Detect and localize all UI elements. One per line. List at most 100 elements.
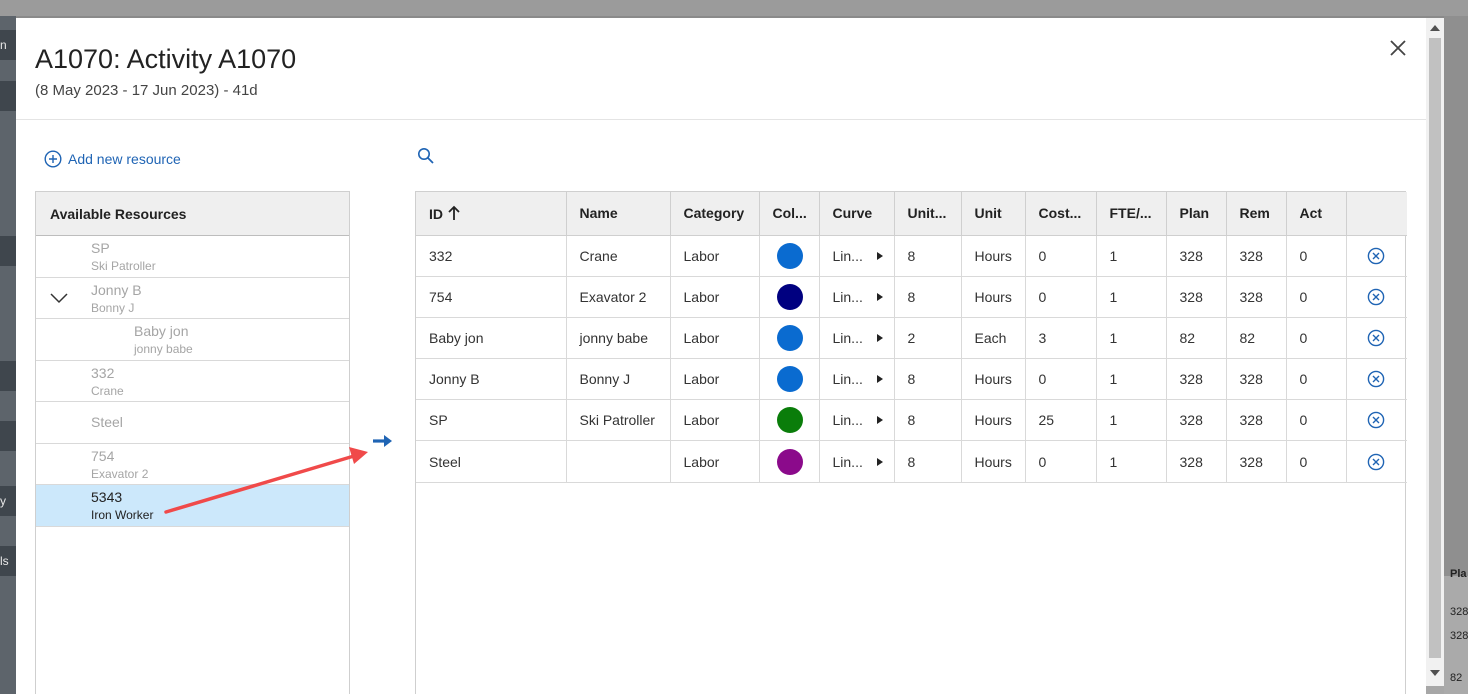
cell-fte[interactable]: 1 (1096, 317, 1167, 360)
table-row[interactable]: Jonny B Bonny J Labor Lin... 8 Hours 0 1 328 328 0 (416, 358, 1407, 401)
cell-name[interactable]: jonny babe (566, 317, 671, 360)
curve-expand-icon[interactable] (876, 416, 883, 425)
column-header-act[interactable]: Act (1286, 192, 1347, 236)
cell-fte[interactable]: 1 (1096, 440, 1167, 483)
cell-id[interactable]: 754 (416, 276, 567, 318)
cell-curve[interactable]: Lin... (819, 358, 895, 401)
cell-act[interactable]: 0 (1286, 440, 1347, 483)
cell-category[interactable]: Labor (670, 399, 760, 442)
cell-unit[interactable]: Hours (961, 399, 1026, 442)
table-row[interactable]: 332 Crane Labor Lin... 8 Hours 0 1 328 328 0 (416, 235, 1407, 277)
cell-units[interactable]: 8 (894, 276, 962, 318)
column-header-category[interactable]: Category (670, 192, 760, 236)
close-button[interactable] (1386, 36, 1410, 60)
cell-units[interactable]: 8 (894, 235, 962, 277)
available-resource-item[interactable]: Steel (36, 402, 349, 444)
cell-cost[interactable]: 0 (1025, 276, 1097, 318)
cell-act[interactable]: 0 (1286, 276, 1347, 318)
cell-units[interactable]: 8 (894, 358, 962, 401)
column-header-unit[interactable]: Unit (961, 192, 1026, 236)
remove-circle-icon[interactable] (1367, 247, 1385, 265)
cell-fte[interactable]: 1 (1096, 276, 1167, 318)
cell-unit[interactable]: Hours (961, 358, 1026, 401)
cell-rem[interactable]: 328 (1226, 276, 1287, 318)
cell-name[interactable]: Ski Patroller (566, 399, 671, 442)
cell-rem[interactable]: 82 (1226, 317, 1287, 360)
color-swatch[interactable] (776, 366, 803, 393)
cell-name[interactable]: Exavator 2 (566, 276, 671, 318)
scrollbar-thumb[interactable] (1429, 38, 1441, 658)
cell-act[interactable]: 0 (1286, 358, 1347, 401)
cell-plan[interactable]: 328 (1166, 440, 1227, 483)
cell-name[interactable]: Crane (566, 235, 671, 277)
curve-expand-icon[interactable] (876, 457, 883, 466)
remove-circle-icon[interactable] (1367, 411, 1385, 429)
cell-fte[interactable]: 1 (1096, 358, 1167, 401)
add-new-resource-button[interactable]: Add new resource (44, 150, 181, 168)
cell-id[interactable]: Steel (416, 440, 567, 483)
column-header-units[interactable]: Unit... (894, 192, 962, 236)
search-icon[interactable] (417, 147, 435, 165)
cell-color[interactable] (759, 235, 820, 277)
available-resource-item[interactable]: SP Ski Patroller (36, 236, 349, 278)
dialog-vertical-scrollbar[interactable] (1426, 18, 1444, 686)
cell-plan[interactable]: 328 (1166, 358, 1227, 401)
color-swatch[interactable] (776, 448, 803, 475)
table-row[interactable]: 754 Exavator 2 Labor Lin... 8 Hours 0 1 328 328 0 (416, 276, 1407, 318)
cell-curve[interactable]: Lin... (819, 440, 895, 483)
column-header-rem[interactable]: Rem (1226, 192, 1287, 236)
scroll-down-icon[interactable] (1430, 670, 1440, 676)
available-resource-item-selected[interactable]: 5343 Iron Worker (36, 485, 349, 527)
assign-resource-button[interactable] (372, 433, 394, 449)
cell-act[interactable]: 0 (1286, 317, 1347, 360)
column-header-name[interactable]: Name (566, 192, 671, 236)
cell-category[interactable]: Labor (670, 440, 760, 483)
cell-name[interactable] (566, 440, 671, 483)
cell-category[interactable]: Labor (670, 317, 760, 360)
cell-rem[interactable]: 328 (1226, 358, 1287, 401)
cell-unit[interactable]: Hours (961, 440, 1026, 483)
cell-plan[interactable]: 328 (1166, 235, 1227, 277)
available-resource-item[interactable]: 332 Crane (36, 361, 349, 402)
cell-category[interactable]: Labor (670, 235, 760, 277)
cell-rem[interactable]: 328 (1226, 399, 1287, 442)
cell-act[interactable]: 0 (1286, 235, 1347, 277)
cell-rem[interactable]: 328 (1226, 440, 1287, 483)
cell-cost[interactable]: 0 (1025, 440, 1097, 483)
cell-units[interactable]: 2 (894, 317, 962, 360)
available-resource-item[interactable]: Jonny B Bonny J (36, 278, 349, 319)
cell-unit[interactable]: Each (961, 317, 1026, 360)
cell-plan[interactable]: 82 (1166, 317, 1227, 360)
available-resource-item[interactable]: Baby jon jonny babe (36, 319, 349, 361)
cell-curve[interactable]: Lin... (819, 399, 895, 442)
remove-circle-icon[interactable] (1367, 453, 1385, 471)
available-resource-item[interactable]: 754 Exavator 2 (36, 444, 349, 485)
scroll-up-icon[interactable] (1430, 25, 1440, 31)
column-header-id[interactable]: ID (416, 192, 567, 236)
cell-category[interactable]: Labor (670, 358, 760, 401)
cell-cost[interactable]: 0 (1025, 235, 1097, 277)
cell-color[interactable] (759, 399, 820, 442)
remove-circle-icon[interactable] (1367, 370, 1385, 388)
curve-expand-icon[interactable] (876, 251, 883, 260)
table-row[interactable]: Baby jon jonny babe Labor Lin... 2 Each 3 1 82 82… (416, 317, 1407, 360)
cell-color[interactable] (759, 276, 820, 318)
table-row[interactable]: Steel Labor Lin... 8 Hours 0 1 328 328 0 (416, 440, 1407, 483)
column-header-curve[interactable]: Curve (819, 192, 895, 236)
cell-cost[interactable]: 0 (1025, 358, 1097, 401)
cell-fte[interactable]: 1 (1096, 235, 1167, 277)
cell-curve[interactable]: Lin... (819, 317, 895, 360)
cell-cost[interactable]: 3 (1025, 317, 1097, 360)
cell-id[interactable]: SP (416, 399, 567, 442)
column-header-color[interactable]: Col... (759, 192, 820, 236)
cell-name[interactable]: Bonny J (566, 358, 671, 401)
cell-id[interactable]: 332 (416, 235, 567, 277)
column-header-cost[interactable]: Cost... (1025, 192, 1097, 236)
color-swatch[interactable] (776, 407, 803, 434)
table-row[interactable]: SP Ski Patroller Labor Lin... 8 Hours 25 1 328 32… (416, 399, 1407, 442)
cell-units[interactable]: 8 (894, 440, 962, 483)
cell-cost[interactable]: 25 (1025, 399, 1097, 442)
cell-unit[interactable]: Hours (961, 276, 1026, 318)
cell-color[interactable] (759, 440, 820, 483)
column-header-plan[interactable]: Plan (1166, 192, 1227, 236)
